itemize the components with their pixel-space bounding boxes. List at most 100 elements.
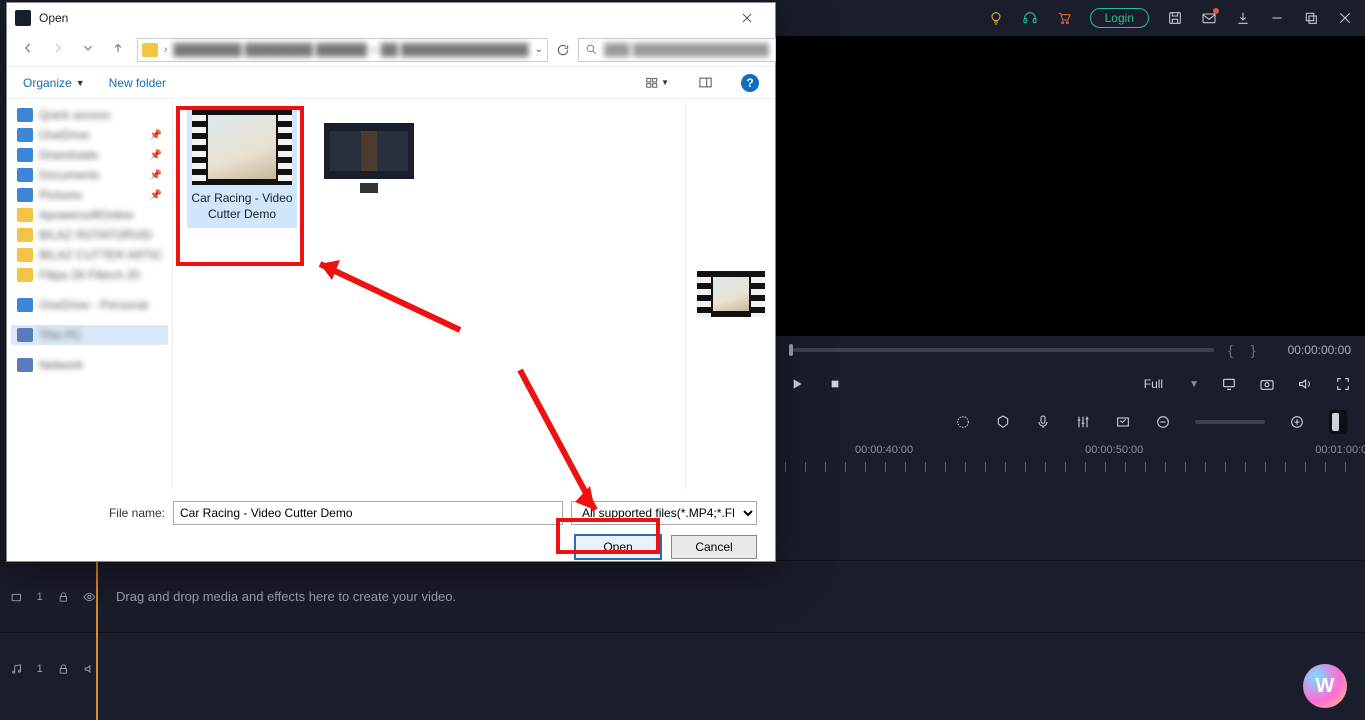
filetype-select[interactable]: All supported files(*.MP4;*.FLV; <box>571 501 757 525</box>
maximize-icon[interactable] <box>1303 10 1319 26</box>
tree-item[interactable]: Filipa 28 Filtech 20 <box>11 265 168 285</box>
ruler-mark: 00:01:00:00 <box>1315 444 1365 456</box>
timeline-toolbar <box>775 404 1365 440</box>
lock-icon[interactable] <box>57 662 70 676</box>
pin-icon: 📌 <box>150 130 162 141</box>
ruler-mark: 00:00:40:00 <box>855 444 913 456</box>
lock-icon[interactable] <box>57 590 70 604</box>
address-bar[interactable]: › ████████ ████████ ██████ > ██ ████████… <box>137 38 548 62</box>
preview-pane-button[interactable] <box>693 72 717 94</box>
dialog-nav: › ████████ ████████ ██████ > ██ ████████… <box>7 33 775 67</box>
file-item-selected[interactable]: Car Racing - Video Cutter Demo <box>187 107 297 228</box>
zoom-in-icon[interactable] <box>1289 414 1305 430</box>
preview-thumbnail <box>697 271 765 317</box>
folder-icon <box>142 43 158 57</box>
forward-icon <box>47 39 69 60</box>
timeline-mode-toggle[interactable] <box>1329 410 1347 434</box>
view-mode-button[interactable]: ▼ <box>645 72 669 94</box>
chevron-down-icon[interactable]: ▼ <box>1189 379 1199 390</box>
transport-controls: Full ▼ <box>775 364 1365 404</box>
organize-button[interactable]: Organize▼ <box>23 76 85 90</box>
speaker-icon[interactable] <box>83 662 96 676</box>
headset-icon[interactable] <box>1022 10 1038 26</box>
frame-icon[interactable] <box>1115 414 1131 430</box>
display-icon[interactable] <box>1221 376 1237 392</box>
tree-item[interactable]: Pictures📌 <box>11 185 168 205</box>
tree-item[interactable]: Downloads📌 <box>11 145 168 165</box>
close-icon[interactable] <box>727 5 767 31</box>
quality-select-label: Full <box>1144 377 1163 391</box>
ruler-mark: 00:00:50:00 <box>1085 444 1143 456</box>
search-input[interactable]: ███ ████████████████ <box>578 38 776 62</box>
search-placeholder: ███ ████████████████ <box>604 43 769 57</box>
audio-track-head: 1 <box>0 633 96 704</box>
tree-network[interactable]: Network <box>11 355 168 375</box>
video-track[interactable]: 1 Drag and drop media and effects here t… <box>0 560 1365 632</box>
tree-item[interactable]: Documents📌 <box>11 165 168 185</box>
close-app-icon[interactable] <box>1337 10 1353 26</box>
new-folder-button[interactable]: New folder <box>109 76 166 90</box>
preview-timecode: 00:00:00:00 <box>1288 343 1351 357</box>
tree-item[interactable]: OneDrive📌 <box>11 125 168 145</box>
chevron-down-icon[interactable]: ⌄ <box>535 44 543 55</box>
tree-onedrive[interactable]: OneDrive - Personal <box>11 295 168 315</box>
preview-scrubber[interactable] <box>789 348 1214 352</box>
snapshot-icon[interactable] <box>1259 376 1275 392</box>
stop-icon[interactable] <box>827 376 843 392</box>
recent-chevron-icon[interactable] <box>77 39 99 60</box>
zoom-slider[interactable] <box>1195 420 1265 424</box>
file-list: Car Racing - Video Cutter Demo <box>173 99 685 489</box>
timeline-ruler[interactable]: 00:00:40:00 00:00:50:00 00:01:00:00 <box>775 440 1365 480</box>
dialog-titlebar: Open <box>7 3 775 33</box>
tree-quick-access[interactable]: Quick access <box>11 105 168 125</box>
breadcrumb: ████████ ████████ ██████ > ██ ██████████… <box>173 43 528 57</box>
dialog-toolbar: Organize▼ New folder ▼ ? <box>7 67 775 99</box>
app-small-icon <box>15 10 31 26</box>
mixer-icon[interactable] <box>1075 414 1091 430</box>
download-icon[interactable] <box>1235 10 1251 26</box>
fullscreen-icon[interactable] <box>1335 376 1351 392</box>
up-icon[interactable] <box>107 39 129 60</box>
zoom-out-icon[interactable] <box>1155 414 1171 430</box>
open-button[interactable]: Open <box>575 535 661 559</box>
search-icon <box>585 43 598 56</box>
eye-icon[interactable] <box>83 590 96 604</box>
track-index: 1 <box>37 663 43 675</box>
open-dialog: Open › ████████ ████████ ██████ > ██ ███… <box>6 2 776 562</box>
play-icon[interactable] <box>789 376 805 392</box>
timeline: 1 Drag and drop media and effects here t… <box>0 560 1365 720</box>
help-icon[interactable]: ? <box>741 74 759 92</box>
filename-input[interactable] <box>173 501 563 525</box>
marker-icon[interactable] <box>995 414 1011 430</box>
idea-icon[interactable] <box>988 10 1004 26</box>
app-logo-icon[interactable]: W <box>1303 664 1347 708</box>
preview-progress-bar: {} 00:00:00:00 <box>775 336 1365 364</box>
mark-brackets: {} <box>1228 342 1273 358</box>
folder-tree: Quick access OneDrive📌 Downloads📌 Docume… <box>7 99 173 489</box>
mic-icon[interactable] <box>1035 414 1051 430</box>
tree-item[interactable]: BILAZ CUTTER ARTIC <box>11 245 168 265</box>
render-icon[interactable] <box>955 414 971 430</box>
preview-pane <box>685 99 775 489</box>
filename-label: File name: <box>105 506 165 520</box>
video-track-head: 1 <box>0 561 96 632</box>
tree-this-pc[interactable]: This PC <box>11 325 168 345</box>
save-icon[interactable] <box>1167 10 1183 26</box>
cart-icon[interactable] <box>1056 10 1072 26</box>
video-preview <box>775 36 1365 336</box>
cancel-button[interactable]: Cancel <box>671 535 757 559</box>
playhead[interactable] <box>96 560 98 720</box>
minimize-icon[interactable] <box>1269 10 1285 26</box>
refresh-icon[interactable] <box>556 39 570 61</box>
tree-item[interactable]: ApowersoftOnline <box>11 205 168 225</box>
login-button[interactable]: Login <box>1090 8 1149 28</box>
tree-item[interactable]: BILAZ ROTATORVID <box>11 225 168 245</box>
volume-icon[interactable] <box>1297 376 1313 392</box>
back-icon[interactable] <box>17 39 39 60</box>
file-item[interactable] <box>314 107 424 193</box>
audio-track[interactable]: 1 <box>0 632 1365 704</box>
dialog-body: Quick access OneDrive📌 Downloads📌 Docume… <box>7 99 775 489</box>
dialog-footer: File name: All supported files(*.MP4;*.F… <box>7 489 775 559</box>
dialog-title: Open <box>39 11 68 25</box>
mail-icon[interactable] <box>1201 10 1217 26</box>
